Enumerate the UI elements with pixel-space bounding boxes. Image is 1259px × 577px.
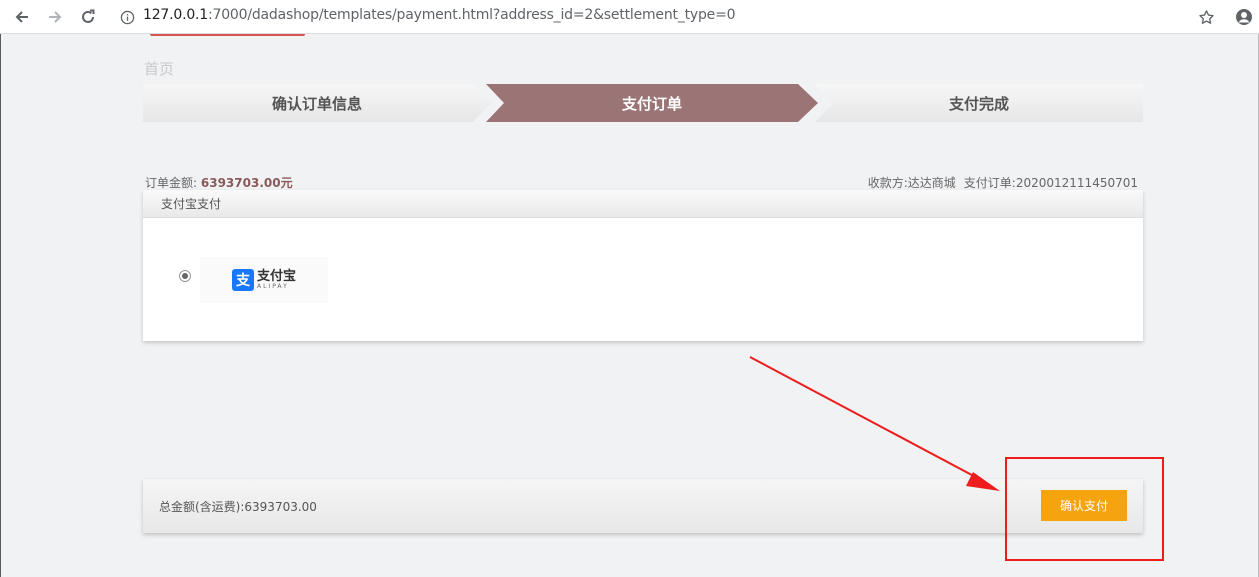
order-number: 支付订单:2020012111450701 <box>963 176 1138 190</box>
payment-method-header: 支付宝支付 <box>143 190 1143 218</box>
order-amount-value: 6393703.00元 <box>200 176 293 190</box>
profile-icon[interactable] <box>1231 4 1257 30</box>
payee-text: 收款方:达达商城 <box>867 176 956 190</box>
total-bar: 总金额(含运费):6393703.00 确认支付 <box>143 479 1143 533</box>
header-accent <box>150 34 305 36</box>
page-edge <box>0 34 1 577</box>
reload-icon[interactable] <box>75 4 101 30</box>
forward-icon[interactable] <box>42 4 68 30</box>
home-link[interactable]: 首页 <box>144 58 174 79</box>
alipay-logo[interactable]: 支 支付宝 ALIPAY <box>200 257 328 303</box>
alipay-radio[interactable] <box>179 270 191 282</box>
address-bar[interactable]: 127.0.0.1:7000/dadashop/templates/paymen… <box>143 7 736 23</box>
step-label: 确认订单信息 <box>271 94 362 113</box>
alipay-name: 支付宝 <box>256 269 296 284</box>
step-pay-order: 支付订单 <box>486 84 818 122</box>
annotation-highlight-box <box>1005 457 1164 561</box>
step-pay-complete: 支付完成 <box>815 84 1143 122</box>
total-amount: 总金额(含运费):6393703.00 <box>159 500 317 514</box>
step-label: 支付订单 <box>621 94 682 113</box>
order-amount: 订单金额: 6393703.00元 <box>145 174 293 191</box>
back-icon[interactable] <box>9 4 35 30</box>
url-host: 127.0.0.1 <box>143 7 208 23</box>
alipay-icon: 支 <box>231 269 254 291</box>
browser-toolbar: 127.0.0.1:7000/dadashop/templates/paymen… <box>0 0 1259 34</box>
order-amount-label: 订单金额: <box>145 176 198 190</box>
alipay-name-en: ALIPAY <box>256 283 289 290</box>
order-meta: 收款方:达达商城 支付订单:2020012111450701 <box>868 174 1138 191</box>
step-confirm-order: 确认订单信息 <box>143 84 491 122</box>
info-icon[interactable] <box>116 6 138 28</box>
url-path: :7000/dadashop/templates/payment.html?ad… <box>208 7 736 23</box>
payment-panel: 支付宝支付 支 支付宝 ALIPAY <box>143 190 1143 341</box>
star-icon[interactable] <box>1193 4 1219 30</box>
step-label: 支付完成 <box>948 94 1009 113</box>
checkout-steps: 确认订单信息 支付订单 支付完成 <box>143 84 1143 122</box>
